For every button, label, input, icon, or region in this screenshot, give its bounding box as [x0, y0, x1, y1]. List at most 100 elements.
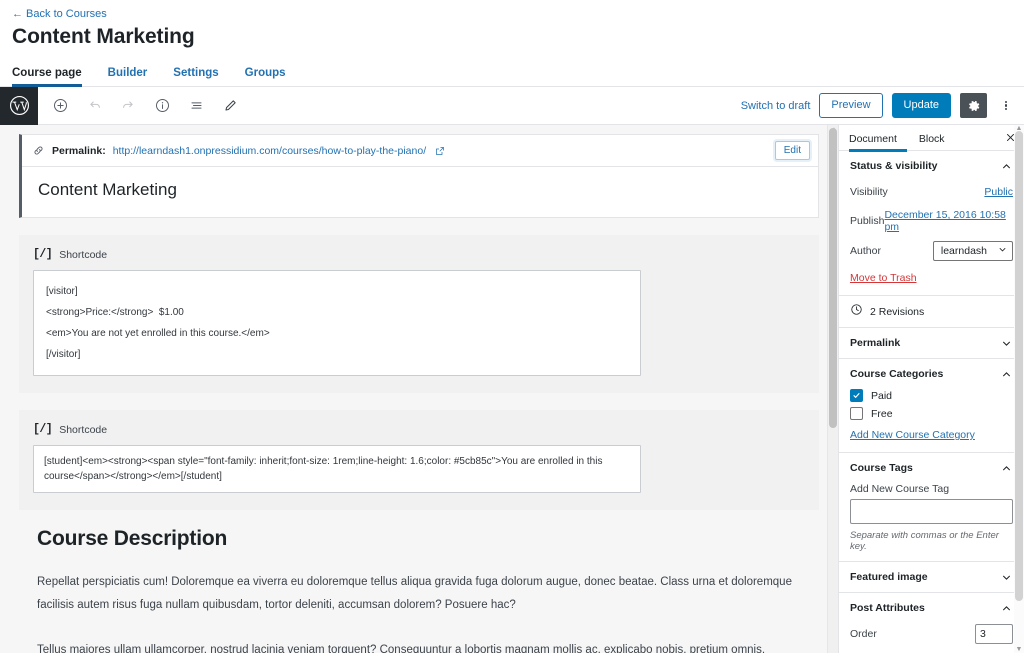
- checkbox-checked-icon[interactable]: [850, 389, 863, 402]
- shortcode-textarea[interactable]: [student]<em><strong><span style="font-f…: [33, 445, 641, 493]
- publish-date-button[interactable]: December 15, 2016 10:58 pm: [884, 209, 1013, 233]
- panel-course-categories-header[interactable]: Course Categories: [850, 359, 1013, 389]
- undo-icon[interactable]: [81, 93, 107, 119]
- switch-to-draft-button[interactable]: Switch to draft: [741, 100, 811, 112]
- post-title-field[interactable]: Content Marketing: [22, 167, 818, 217]
- editor-actions: Switch to draft Preview Update: [741, 93, 1024, 118]
- post-title-block[interactable]: Permalink: http://learndash1.onpressidiu…: [19, 134, 819, 218]
- shortcode-line: <em>You are not yet enrolled in this cou…: [46, 328, 270, 339]
- editor-body: Permalink: http://learndash1.onpressidiu…: [0, 125, 1024, 653]
- editor-scrollbar-thumb[interactable]: [829, 128, 837, 428]
- tab-settings[interactable]: Settings: [173, 67, 218, 87]
- move-to-trash-button[interactable]: Move to Trash: [850, 272, 917, 284]
- revisions-clock-icon: [850, 303, 863, 321]
- shortcode-icon: [/]: [33, 423, 53, 436]
- shortcode-line: [visitor]: [46, 286, 78, 297]
- shortcode-textarea[interactable]: [visitor] <strong>Price:</strong> $1.00 …: [33, 270, 641, 376]
- panel-course-tags-header[interactable]: Course Tags: [850, 453, 1013, 483]
- external-link-icon[interactable]: [435, 146, 445, 156]
- visibility-label: Visibility: [850, 185, 888, 198]
- sidebar-vertical-scrollbar[interactable]: ▲ ▼: [1014, 125, 1024, 653]
- panel-title: Post Attributes: [850, 602, 925, 614]
- page-title: Content Marketing: [12, 25, 195, 48]
- panel-course-tags-body: Add New Course Tag Separate with commas …: [850, 483, 1013, 561]
- tab-builder[interactable]: Builder: [108, 67, 148, 87]
- editor-scroll-region: Permalink: http://learndash1.onpressidiu…: [0, 125, 838, 653]
- panel-course-tags: Course Tags Add New Course Tag Separate …: [839, 453, 1024, 562]
- sidebar-scrollbar-thumb[interactable]: [1015, 131, 1023, 601]
- preview-button[interactable]: Preview: [819, 93, 883, 118]
- revisions-label: 2 Revisions: [870, 305, 925, 318]
- tab-course-page[interactable]: Course page: [12, 67, 82, 87]
- editor-vertical-scrollbar[interactable]: ▲: [827, 125, 838, 653]
- panel-post-attributes-body: Order: [850, 623, 1013, 653]
- panel-post-attributes-header[interactable]: Post Attributes: [850, 593, 1013, 623]
- author-select-value: learndash: [940, 244, 987, 257]
- content-info-icon[interactable]: [149, 93, 175, 119]
- order-input[interactable]: [975, 623, 1013, 644]
- permalink-row: Permalink: http://learndash1.onpressidiu…: [22, 135, 818, 167]
- panel-permalink: Permalink: [839, 328, 1024, 359]
- revisions-button[interactable]: 2 Revisions: [850, 296, 1013, 327]
- add-new-course-category-link[interactable]: Add New Course Category: [850, 429, 975, 441]
- course-description-heading[interactable]: Course Description: [37, 527, 801, 551]
- shortcode-line: [student]<em><strong><span style="font-f…: [44, 456, 606, 482]
- publish-row: Publish December 15, 2016 10:58 pm: [850, 209, 1013, 233]
- more-options-button[interactable]: [996, 93, 1016, 118]
- permalink-edit-button[interactable]: Edit: [774, 141, 810, 160]
- panel-status-visibility: Status & visibility Visibility Public Pu…: [839, 151, 1024, 296]
- course-description-section: Course Description Repellat perspiciatis…: [19, 527, 819, 653]
- author-label: Author: [850, 244, 881, 257]
- back-to-courses-link[interactable]: ← Back to Courses: [12, 8, 107, 20]
- shortcode-block-header: [/] Shortcode: [33, 248, 805, 261]
- tab-document[interactable]: Document: [849, 126, 907, 152]
- tab-groups[interactable]: Groups: [245, 67, 286, 87]
- panel-status-visibility-header[interactable]: Status & visibility: [850, 151, 1013, 181]
- panel-permalink-header[interactable]: Permalink: [850, 328, 1013, 358]
- panel-post-attributes: Post Attributes Order: [839, 593, 1024, 653]
- category-checkbox-free[interactable]: Free: [850, 407, 1013, 420]
- category-checkbox-paid[interactable]: Paid: [850, 389, 1013, 402]
- chevron-down-icon: [1000, 571, 1013, 584]
- course-description-paragraph[interactable]: Repellat perspiciatis cum! Doloremque ea…: [37, 571, 801, 617]
- shortcode-line: [/visitor]: [46, 349, 81, 360]
- redo-icon[interactable]: [115, 93, 141, 119]
- kebab-menu-icon: [1004, 99, 1008, 111]
- panel-featured-image: Featured image: [839, 562, 1024, 593]
- link-icon: [32, 144, 45, 157]
- course-tag-field-label: Add New Course Tag: [850, 483, 950, 495]
- shortcode-block[interactable]: [/] Shortcode [visitor] <strong>Price:</…: [19, 235, 819, 393]
- sidebar-tabs: Document Block: [839, 125, 1024, 152]
- course-description-paragraph[interactable]: Tellus maiores ullam ullamcorper, nostru…: [37, 639, 801, 653]
- update-button[interactable]: Update: [891, 93, 951, 118]
- wordpress-icon: [9, 96, 29, 115]
- course-tag-input[interactable]: [850, 499, 1013, 524]
- panel-course-categories: Course Categories Paid Free Add New Cour…: [839, 359, 1024, 453]
- checkbox-unchecked-icon[interactable]: [850, 407, 863, 420]
- panel-title: Permalink: [850, 337, 901, 349]
- category-label: Free: [871, 407, 893, 420]
- chevron-up-icon: [1000, 602, 1013, 615]
- chevron-down-icon: [997, 244, 1008, 258]
- settings-sidebar: Document Block Status & visibility Visib…: [838, 125, 1024, 653]
- panel-featured-image-header[interactable]: Featured image: [850, 562, 1013, 592]
- settings-gear-button[interactable]: [960, 93, 987, 118]
- author-select[interactable]: learndash: [932, 240, 1013, 261]
- chevron-down-icon: [1000, 337, 1013, 350]
- list-view-icon[interactable]: [183, 93, 209, 119]
- tab-block[interactable]: Block: [919, 126, 955, 152]
- edit-pencil-icon[interactable]: [217, 93, 243, 119]
- editor-tool-group: [38, 93, 243, 119]
- publish-label: Publish: [850, 215, 885, 227]
- add-block-icon[interactable]: [47, 93, 73, 119]
- shortcode-line: <strong>Price:</strong> $1.00: [46, 307, 184, 318]
- shortcode-block[interactable]: [/] Shortcode [student]<em><strong><span…: [19, 410, 819, 510]
- wordpress-logo-button[interactable]: [0, 86, 38, 125]
- chevron-up-icon: [1000, 160, 1013, 173]
- admin-header: ← Back to Courses Content Marketing: [0, 0, 1024, 49]
- permalink-url[interactable]: http://learndash1.onpressidium.com/cours…: [113, 145, 426, 157]
- visibility-value-button[interactable]: Public: [984, 186, 1013, 198]
- course-tabs: Course page Builder Settings Groups: [0, 61, 1024, 87]
- sidebar-scroll-down-arrow[interactable]: ▼: [1015, 646, 1023, 653]
- panel-course-categories-body: Paid Free Add New Course Category: [850, 389, 1013, 452]
